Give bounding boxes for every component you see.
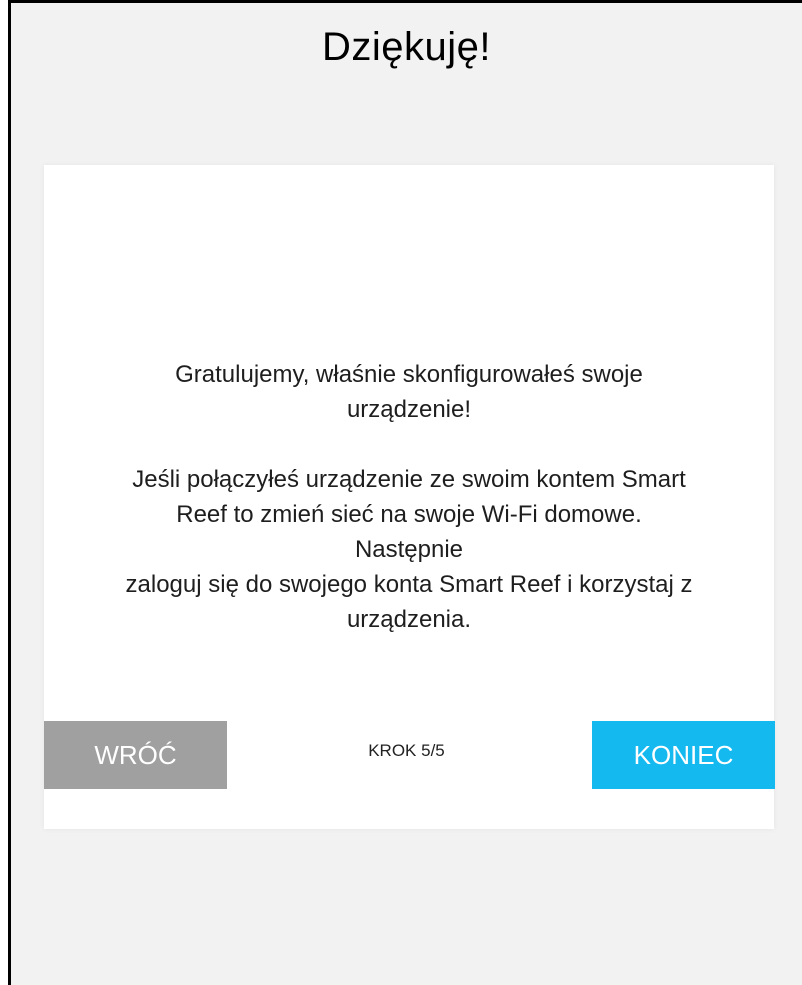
- message-line: Jeśli połączyłeś urządzenie ze swoim kon…: [132, 466, 686, 493]
- message-line: Gratulujemy, właśnie skonfigurowałeś swo…: [175, 361, 643, 388]
- instructions-message: Jeśli połączyłeś urządzenie ze swoim kon…: [124, 462, 694, 637]
- message-line: urządzenie!: [346, 396, 472, 423]
- wizard-frame: Dziękuję! Gratulujemy, właśnie skonfigur…: [8, 0, 802, 985]
- page-title: Dziękuję!: [321, 25, 491, 69]
- message-line: Reef to zmień sieć na swoje Wi-Fi domowe…: [176, 501, 642, 563]
- finish-button[interactable]: KONIEC: [592, 721, 775, 789]
- message-line: urządzenia.: [346, 606, 472, 633]
- back-button[interactable]: WRÓĆ: [44, 721, 227, 789]
- congratulations-message: Gratulujemy, właśnie skonfigurowałeś swo…: [175, 357, 643, 427]
- message-line: zaloguj się do swojego konta Smart Reef …: [125, 571, 693, 598]
